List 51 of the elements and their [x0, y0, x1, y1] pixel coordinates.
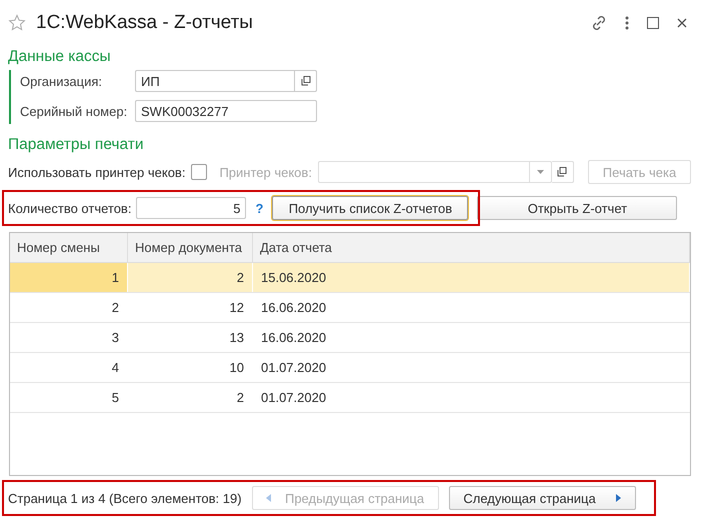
maximize-icon[interactable]	[647, 17, 659, 29]
text-field[interactable]: SWK00032277	[135, 100, 317, 122]
table-cell: 3	[10, 322, 128, 352]
checkbox-label: Использовать принтер чеков:	[8, 164, 186, 180]
table-cell: 2	[128, 382, 252, 412]
right-arrow-icon	[616, 494, 621, 502]
dropdown-icon	[536, 170, 544, 174]
table-row[interactable]: 4 10 01.07.2020	[10, 352, 690, 382]
table-cell: 4	[10, 352, 128, 382]
table-cell: 13	[128, 322, 252, 352]
page-status: Страница 1 из 4 (Всего элементов: 19)	[8, 490, 242, 506]
table-cell: 12	[128, 292, 252, 322]
table-cell: 1	[10, 262, 128, 292]
link-icon[interactable]	[591, 15, 607, 31]
open-icon	[300, 76, 310, 86]
left-arrow-icon	[266, 494, 271, 502]
table-cell: 15.06.2020	[252, 262, 690, 292]
table-row[interactable]: 3 13 16.06.2020	[10, 322, 690, 352]
checkbox[interactable]	[191, 164, 208, 180]
column-header[interactable]: Дата отчета	[252, 233, 690, 262]
open-report-button[interactable]: Открыть Z-отчет	[477, 196, 678, 220]
window-title: 1C:WebKassa - Z-отчеты	[36, 12, 254, 34]
table-cell: 5	[10, 382, 128, 412]
section-heading: Параметры печати	[8, 136, 145, 154]
table-cell: 01.07.2020	[252, 382, 690, 412]
star-icon[interactable]	[8, 14, 26, 32]
table-row[interactable]: 2 12 16.06.2020	[10, 292, 690, 322]
more-icon[interactable]	[625, 16, 629, 30]
table-cell: 10	[128, 352, 252, 382]
column-header[interactable]: Номер документа	[128, 233, 252, 262]
table-row[interactable]: 1 2 15.06.2020	[10, 262, 690, 292]
table-cell: 01.07.2020	[252, 352, 690, 382]
get-list-button[interactable]: Получить список Z-отчетов	[272, 196, 468, 220]
field-label: Организация:	[20, 74, 104, 88]
close-icon[interactable]	[677, 18, 687, 28]
number-field[interactable]: 5	[136, 197, 246, 219]
table-cell: 16.06.2020	[252, 322, 690, 352]
field-label: Серийный номер:	[20, 104, 128, 118]
table-row[interactable]: 5 2 01.07.2020	[10, 382, 690, 412]
next-page-button[interactable]: Следующая страница	[448, 486, 636, 510]
open-button[interactable]	[295, 70, 317, 92]
section-heading: Данные кассы	[8, 48, 112, 66]
column-header[interactable]: Номер смены	[10, 233, 128, 262]
help-link[interactable]: ?	[255, 200, 264, 216]
table-cell: 2	[128, 262, 252, 292]
field-label: Принтер чеков:	[219, 164, 312, 180]
table-cell: 16.06.2020	[252, 292, 690, 322]
open-icon	[557, 167, 568, 177]
table-cell: 2	[10, 292, 128, 322]
text-field[interactable]: ИП	[135, 70, 295, 92]
field-label: Количество отчетов:	[8, 200, 132, 216]
